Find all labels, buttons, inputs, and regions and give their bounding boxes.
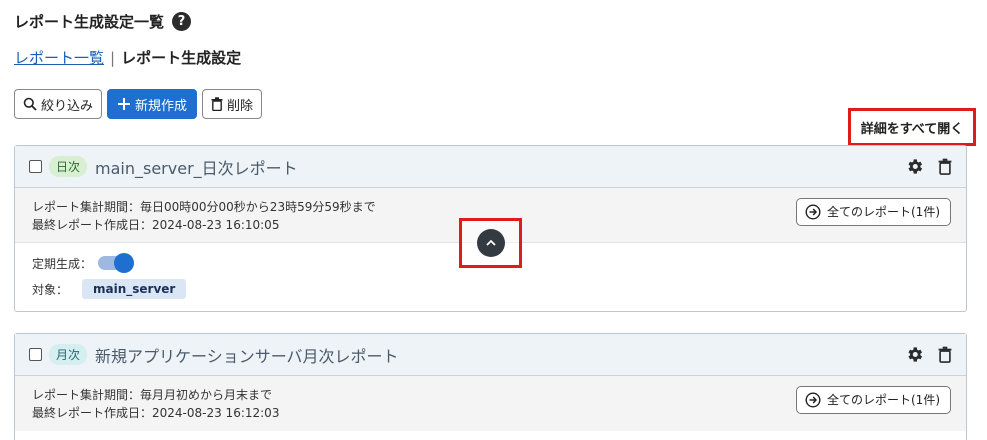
chevron-up-icon [485, 239, 496, 246]
breadcrumb: レポート一覧 | レポート生成設定 [14, 47, 241, 68]
collapse-details-button[interactable] [476, 229, 505, 257]
report-card: 月次 新規アプリケーションサーバ月次レポート レポート集計期間：毎月月初めから月… [14, 333, 967, 440]
frequency-badge: 日次 [49, 156, 88, 177]
new-button[interactable]: 新規作成 [107, 89, 198, 119]
schedule-toggle[interactable] [98, 253, 135, 273]
page-title: レポート生成設定一覧 ? [14, 11, 192, 32]
expand-all-button[interactable]: 詳細をすべて開く [848, 108, 976, 146]
trash-icon[interactable] [938, 158, 952, 175]
page-title-text: レポート生成設定一覧 [14, 13, 165, 31]
search-icon [23, 97, 37, 111]
collapse-details-highlight [459, 218, 522, 268]
gear-icon[interactable] [905, 345, 924, 364]
all-reports-button[interactable]: 全てのレポート(1件) [796, 386, 951, 414]
gear-icon[interactable] [905, 157, 924, 176]
all-reports-label: 全てのレポート(1件) [827, 205, 940, 219]
breadcrumb-separator: | [110, 48, 116, 67]
arrow-circle-right-icon [805, 392, 821, 408]
card-title[interactable]: main_server_日次レポート [95, 155, 298, 179]
target-label: 対象： [32, 282, 69, 297]
filter-button[interactable]: 絞り込み [14, 89, 103, 119]
trash-icon[interactable] [938, 346, 952, 363]
card-info: レポート集計期間：毎月月初めから月末まで 最終レポート作成日：2024-08-2… [15, 376, 966, 431]
card-checkbox[interactable] [29, 348, 42, 361]
schedule-label: 定期生成： [32, 256, 93, 271]
plus-icon [118, 98, 131, 110]
all-reports-button[interactable]: 全てのレポート(1件) [796, 198, 951, 226]
target-tag: main_server [82, 279, 187, 299]
filter-button-label: 絞り込み [41, 98, 94, 114]
card-title[interactable]: 新規アプリケーションサーバ月次レポート [95, 343, 399, 367]
delete-button[interactable]: 削除 [202, 89, 263, 119]
help-icon[interactable]: ? [172, 12, 192, 31]
all-reports-label: 全てのレポート(1件) [827, 393, 940, 407]
card-header: 日次 main_server_日次レポート [15, 146, 966, 188]
trash-icon [211, 97, 223, 111]
frequency-badge: 月次 [49, 344, 88, 365]
breadcrumb-link-report-list[interactable]: レポート一覧 [14, 47, 104, 68]
card-header: 月次 新規アプリケーションサーバ月次レポート [15, 334, 966, 376]
arrow-circle-right-icon [805, 204, 821, 220]
delete-button-label: 削除 [227, 98, 254, 114]
toolbar: 絞り込み 新規作成 削除 [14, 89, 263, 119]
new-button-label: 新規作成 [135, 98, 188, 114]
breadcrumb-current: レポート生成設定 [121, 49, 242, 67]
card-checkbox[interactable] [29, 160, 42, 173]
